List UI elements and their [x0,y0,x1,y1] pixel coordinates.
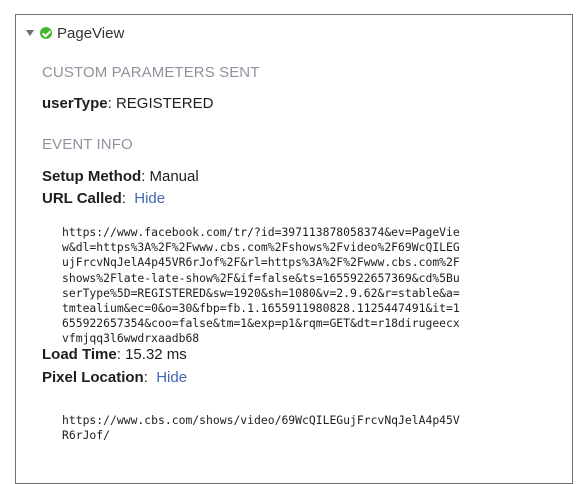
pixel-location-value[interactable]: https://www.cbs.com/shows/video/69WcQILE… [62,413,460,443]
url-called-value[interactable]: https://www.facebook.com/tr/?id=39711387… [62,225,460,347]
load-time-value: 15.32 ms [125,346,187,363]
usertype-value: REGISTERED [115,95,214,112]
url-line: shows%2Flate-late-show%2F&if=false&ts=16… [62,270,460,285]
pixel-location-row: Pixel Location: Hide [42,369,187,386]
url-line: ujFrcvNqJelA4p45VR6rJof%2F&rl=https%3A%2… [62,255,460,270]
url-line: https://www.facebook.com/tr/?id=39711387… [62,225,460,239]
usertype-separator: : [107,95,116,112]
load-time-separator: : [116,346,126,363]
load-time-row: Load Time: 15.32 ms [42,346,187,363]
setup-method-separator: : [141,168,150,185]
custom-parameters-title: CUSTOM PARAMETERS SENT [42,64,260,81]
url-line: vfmjqq3l6wwdrxaadb68 [62,331,200,346]
pixel-line: R6rJof/ [62,428,111,443]
url-called-key: URL Called [42,190,122,207]
usertype-key: userType [42,95,108,112]
pixel-line: https://www.cbs.com/shows/video/69WcQILE… [62,413,460,427]
usertype-param: userType: REGISTERED [42,95,213,112]
success-check-icon [40,27,52,39]
url-line: w&dl=https%3A%2F%2Fwww.cbs.com%2Fshows%2… [62,240,460,255]
setup-method-value: Manual [149,168,199,185]
url-line: serType%5D=REGISTERED&sw=1920&sh=1080&v=… [62,285,460,300]
url-called-row: URL Called: Hide [42,190,165,207]
pixel-location-separator: : [143,369,157,386]
url-hide-link[interactable]: Hide [134,190,165,207]
event-info-title: EVENT INFO [42,136,133,153]
expand-triangle-icon[interactable] [26,30,34,36]
url-line: 655922657354&coo=false&tm=1&exp=p1&rqm=G… [62,316,460,331]
url-called-separator: : [121,190,135,207]
load-time-key: Load Time [42,346,117,363]
url-line: tmtealium&ec=0&o=30&fbp=fb.1.16559119808… [62,301,460,316]
setup-method-row: Setup Method: Manual [42,168,199,185]
pixel-hide-link[interactable]: Hide [156,369,187,386]
event-header[interactable]: PageView [26,23,124,43]
setup-method-key: Setup Method [42,168,142,185]
pixel-location-key: Pixel Location [42,369,144,386]
pixel-event-panel: PageView CUSTOM PARAMETERS SENT userType… [15,14,573,484]
event-name: PageView [57,24,125,42]
